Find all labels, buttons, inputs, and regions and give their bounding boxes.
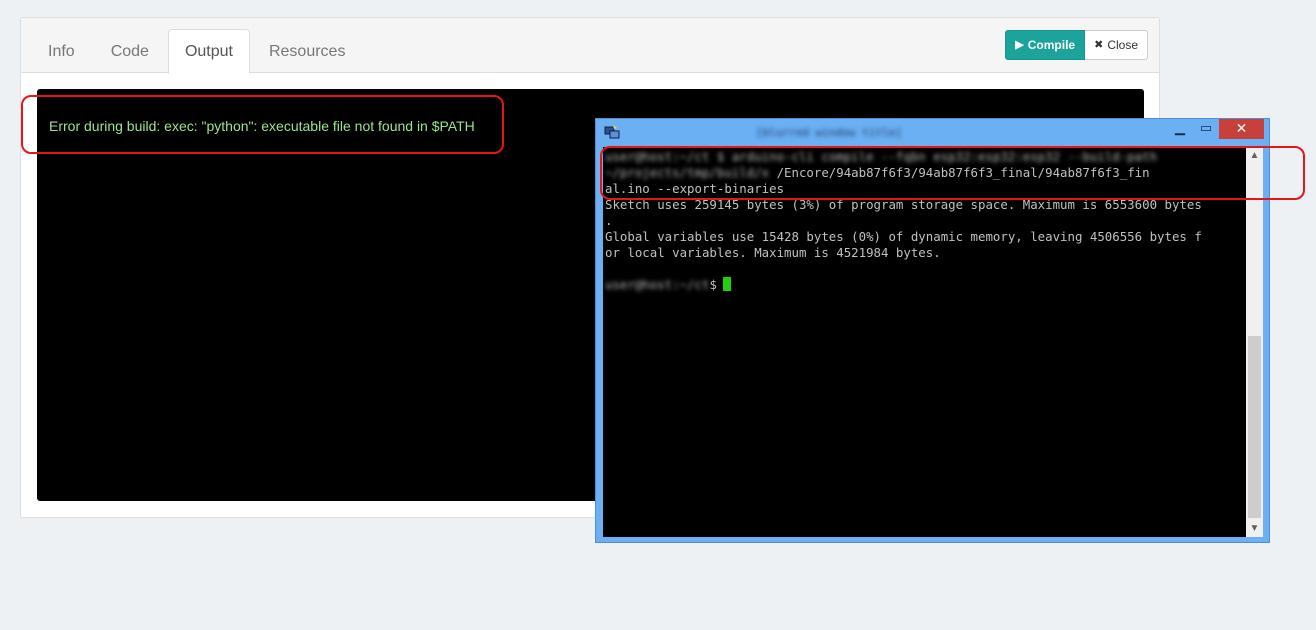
vertical-scrollbar[interactable]: ▲ ▼	[1246, 147, 1263, 537]
terminal-title: [blurred window title]	[756, 126, 902, 139]
close-label: Close	[1107, 38, 1138, 52]
terminal-window: [blurred window title] ▁ ▭ ✕ user@host:~…	[595, 118, 1270, 543]
window-close-button[interactable]: ✕	[1219, 119, 1264, 139]
minimize-button[interactable]: ▁	[1167, 119, 1193, 139]
tab-bar: Info Code Output Resources	[31, 29, 364, 74]
scroll-up-icon[interactable]: ▲	[1246, 147, 1263, 164]
terminal-line: al.ino --export-binaries	[605, 181, 785, 196]
terminal-output[interactable]: user@host:~/ct $ arduino-cli compile --f…	[603, 147, 1263, 537]
terminal-line: ~/projects/tmp/build/x /Encore/94ab87f6f…	[605, 165, 1150, 180]
blurred-command-line: user@host:~/ct $ arduino-cli compile --f…	[605, 149, 1158, 164]
compile-label: Compile	[1027, 38, 1076, 52]
compile-button[interactable]: ▶ Compile	[1005, 30, 1086, 60]
x-icon: ✖	[1094, 39, 1104, 51]
terminal-line: or local variables. Maximum is 4521984 b…	[605, 245, 941, 260]
tab-info[interactable]: Info	[31, 29, 92, 74]
scroll-thumb[interactable]	[1248, 336, 1261, 518]
scroll-down-icon[interactable]: ▼	[1246, 520, 1263, 537]
terminal-cursor	[722, 277, 731, 291]
terminal-app-icon	[604, 125, 620, 139]
tab-output[interactable]: Output	[167, 29, 250, 74]
play-icon: ▶	[1015, 39, 1024, 51]
terminal-line: Global variables use 15428 bytes (0%) of…	[605, 229, 1202, 244]
terminal-prompt: user@host:~/ct$	[605, 277, 731, 292]
terminal-line: Sketch uses 259145 bytes (3%) of program…	[605, 197, 1202, 212]
close-button[interactable]: ✖ Close	[1085, 30, 1148, 60]
terminal-line: .	[605, 213, 613, 228]
maximize-button[interactable]: ▭	[1193, 119, 1219, 139]
build-error-message: Error during build: exec: "python": exec…	[49, 118, 475, 134]
blurred-path-prefix: ~/projects/tmp/build/x	[605, 165, 777, 180]
tab-code[interactable]: Code	[94, 29, 166, 74]
action-buttons: ▶ Compile ✖ Close	[1005, 30, 1148, 60]
tab-resources[interactable]: Resources	[252, 29, 362, 74]
terminal-title-bar[interactable]: [blurred window title] ▁ ▭ ✕	[596, 119, 1269, 145]
blurred-prompt-user: user@host:~/ct	[605, 277, 710, 292]
panel-header: Info Code Output Resources ▶ Compile ✖ C…	[21, 18, 1159, 74]
